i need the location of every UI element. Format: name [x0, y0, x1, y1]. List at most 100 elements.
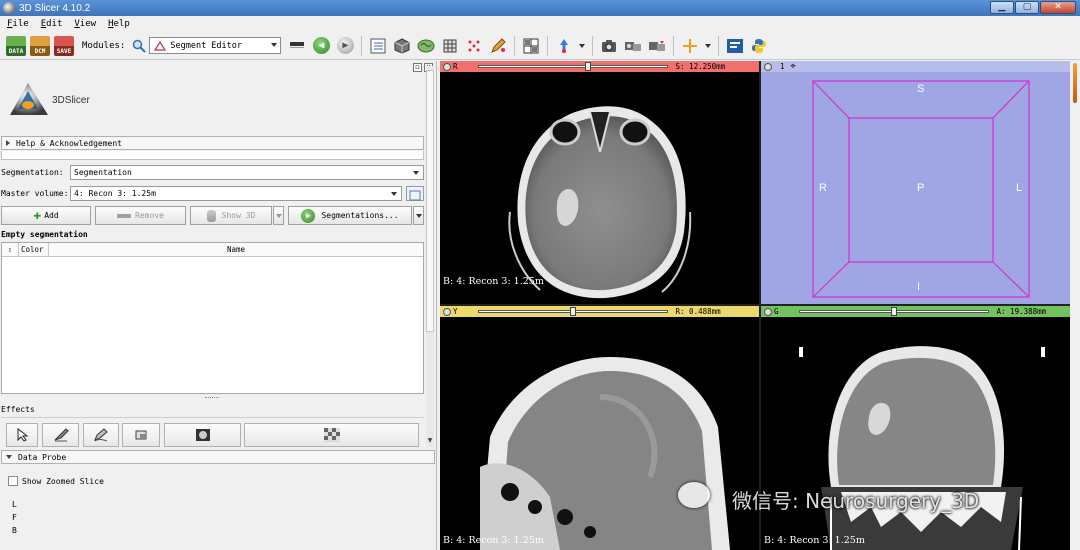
python-icon	[752, 38, 767, 53]
dicom-button[interactable]: DCM	[30, 35, 50, 56]
volumes-module-button[interactable]	[392, 36, 412, 56]
3d-view-number: 1	[780, 62, 785, 71]
triangle-down-icon	[6, 455, 12, 459]
crosshair-button[interactable]	[680, 36, 700, 56]
3d-label-left: L	[1016, 182, 1023, 194]
sagittal-ct-image	[480, 357, 730, 550]
undock-icon[interactable]: ▫	[413, 63, 422, 72]
effect-paint-button[interactable]	[42, 423, 79, 447]
scene-restore-button[interactable]	[647, 36, 667, 56]
crosshair-dropdown[interactable]	[704, 36, 712, 56]
module-search-button[interactable]	[131, 36, 147, 56]
splitter-handle[interactable]	[205, 397, 219, 399]
data-probe-section[interactable]: Data Probe	[1, 450, 435, 464]
pin-icon[interactable]	[764, 62, 772, 71]
extension-icon	[727, 38, 744, 53]
markups-module-button[interactable]	[464, 36, 484, 56]
window-title: 3D Slicer 4.10.2	[19, 2, 91, 14]
effect-none-button[interactable]	[6, 423, 38, 447]
module-selector[interactable]: Segment Editor	[149, 37, 282, 54]
save-button[interactable]: SAVE	[54, 35, 74, 56]
pin-icon[interactable]	[443, 307, 451, 316]
pin-icon[interactable]	[443, 62, 451, 71]
crosshair-mode-button[interactable]	[554, 36, 574, 56]
close-button[interactable]: ✕	[1040, 1, 1076, 14]
add-segment-button[interactable]: ✚ Add	[1, 206, 91, 225]
sort-icon[interactable]: ↕	[2, 242, 19, 257]
pencil-icon	[94, 428, 108, 442]
menu-edit[interactable]: Edit	[34, 19, 68, 29]
segmentation-selector[interactable]: Segmentation	[70, 165, 424, 180]
editor-module-button[interactable]	[488, 36, 508, 56]
arrow-left-icon: ◀	[312, 37, 330, 54]
window-controls: ▁ ▢ ✕	[990, 1, 1076, 14]
chevron-down-icon	[413, 171, 419, 175]
load-data-button[interactable]: DATA	[6, 35, 26, 56]
remove-label: Remove	[135, 211, 164, 220]
show-zoomed-slice-checkbox[interactable]	[8, 476, 18, 486]
red-slice-view[interactable]: R S: 12.250mm B: 4: Recon 3: 1.25m	[440, 61, 759, 304]
crosshair-icon[interactable]: ⌖	[791, 62, 796, 72]
models-module-button[interactable]	[416, 36, 436, 56]
scrollbar-thumb[interactable]	[426, 70, 434, 332]
green-view-letter: G	[774, 307, 779, 316]
show-3d-dropdown[interactable]	[273, 206, 284, 225]
python-console-button[interactable]	[749, 36, 769, 56]
slider-thumb[interactable]	[584, 62, 591, 71]
forward-button[interactable]: ▶	[335, 36, 355, 56]
scene-view-button[interactable]	[623, 36, 643, 56]
main-toolbar: DATA DCM SAVE Modules: Segment Editor ◀ …	[0, 32, 1080, 60]
scroll-down-icon[interactable]: ▼	[426, 437, 434, 444]
column-color[interactable]: Color	[19, 242, 49, 257]
arrow-up-icon	[560, 38, 569, 53]
extension-manager-button[interactable]	[725, 36, 745, 56]
segmentations-dropdown[interactable]	[413, 206, 424, 225]
module-panel-scrollbar[interactable]: ▼	[426, 66, 434, 447]
minimize-button[interactable]: ▁	[990, 1, 1014, 14]
effect-threshold-button[interactable]	[164, 423, 241, 447]
volume-gauge[interactable]	[1073, 63, 1077, 103]
menu-view[interactable]: View	[67, 19, 101, 29]
red-slice-slider[interactable]	[477, 62, 668, 71]
slider-thumb[interactable]	[569, 307, 576, 316]
effect-draw-button[interactable]	[83, 423, 119, 447]
effects-label: Effects	[1, 405, 35, 414]
yellow-slice-slider[interactable]	[477, 307, 668, 316]
green-slice-slider[interactable]	[798, 307, 989, 316]
data-module-button[interactable]	[368, 36, 388, 56]
crosshair-icon	[683, 38, 698, 53]
cube-icon	[394, 37, 410, 54]
help-section-label: Help & Acknowledgement	[16, 138, 122, 148]
effect-erase-button[interactable]	[122, 423, 160, 447]
back-button[interactable]: ◀	[311, 36, 331, 56]
segmentations-button[interactable]: ▶ Segmentations...	[288, 206, 412, 225]
red-view-letter: R	[453, 62, 458, 71]
layout-button[interactable]	[521, 36, 541, 56]
slider-thumb[interactable]	[890, 307, 897, 316]
modules-label: Modules:	[82, 40, 126, 51]
maximize-button[interactable]: ▢	[1015, 1, 1039, 14]
toolbar-separator	[361, 35, 363, 56]
master-volume-selector[interactable]: 4: Recon 3: 1.25m	[70, 186, 402, 201]
screenshot-button[interactable]	[599, 36, 619, 56]
segments-table[interactable]: ↕ Color Name	[1, 242, 424, 394]
show-3d-button[interactable]: Show 3D	[190, 206, 272, 225]
3d-view[interactable]: 1 ⌖ S R P L I	[761, 61, 1080, 304]
volume-options-button[interactable]	[406, 186, 424, 201]
show-3d-label: Show 3D	[221, 211, 256, 220]
segmentation-status: Empty segmentation	[1, 230, 88, 239]
menu-file[interactable]: File	[0, 19, 34, 29]
list-tree-icon	[370, 38, 386, 53]
help-acknowledgement-section[interactable]: Help & Acknowledgement	[1, 136, 424, 150]
yellow-slice-view[interactable]: Y R: 0.488mm B: 4: Recon 3: 1.25m	[440, 306, 759, 550]
axial-ct-image	[508, 106, 692, 299]
crosshair-mode-dropdown[interactable]	[578, 36, 586, 56]
menu-help[interactable]: Help	[101, 19, 135, 29]
transforms-module-button[interactable]	[440, 36, 460, 56]
remove-segment-button[interactable]: Remove	[95, 206, 186, 225]
module-history-button[interactable]	[287, 36, 307, 56]
column-name[interactable]: Name	[49, 243, 423, 257]
brain-icon	[417, 39, 435, 52]
pin-icon[interactable]	[764, 307, 772, 316]
effect-islands-button[interactable]	[244, 423, 419, 447]
